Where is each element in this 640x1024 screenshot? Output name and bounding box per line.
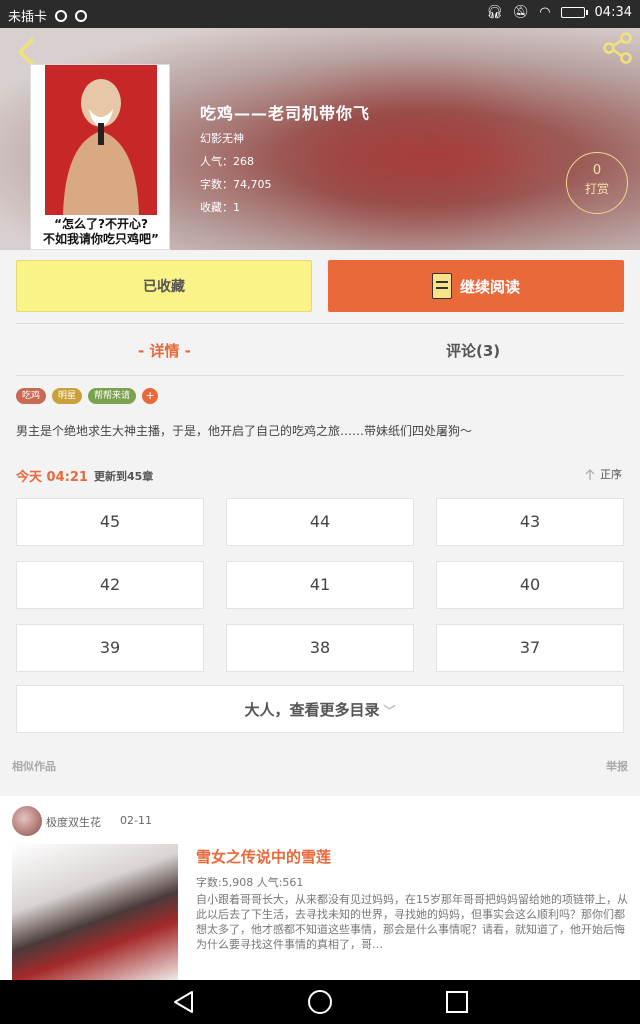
book-intro: 男主是个绝地求生大神主播，于是，他开启了自己的吃鸡之旅……带妹纸们四处屠狗～ (16, 424, 473, 438)
continue-reading-button[interactable]: 继续阅读 (328, 260, 624, 312)
cover-text-line1: “怎么了?不开心? (54, 217, 148, 231)
sort-arrow-icon (585, 469, 595, 480)
chapter-button[interactable]: 37 (436, 624, 624, 672)
nav-recent-apps-icon[interactable] (446, 991, 468, 1013)
book-icon (431, 273, 452, 299)
chapter-button[interactable]: 45 (16, 498, 204, 546)
chevron-down-icon: ﹀ (383, 704, 396, 718)
add-tag-icon[interactable]: + (142, 388, 159, 404)
app-notification-icon-2 (75, 9, 88, 22)
update-text: 更新到45章 (94, 470, 154, 483)
system-nav-bar (0, 980, 640, 1024)
carrier-text: 未插卡 (8, 10, 48, 25)
rec-title[interactable]: 雪女之传说中的雪莲 (196, 846, 331, 867)
cover-figure-image (63, 79, 139, 215)
nav-back-icon[interactable] (172, 990, 196, 1014)
chapter-button[interactable]: 40 (436, 561, 624, 609)
status-bar: 未插卡 🎧︎ 🔕︎ ◠ 04:34 (0, 0, 640, 28)
app-notification-icon (55, 9, 68, 22)
continue-reading-label: 继续阅读 (459, 277, 520, 296)
chapter-button[interactable]: 42 (16, 561, 204, 609)
headphone-icon: 🎧︎ (486, 5, 503, 20)
mute-icon: 🔕︎ (512, 5, 530, 20)
clock: 04:34 (594, 5, 632, 20)
wifi-icon: ◠ (539, 5, 551, 20)
rec-description: 自小跟着哥哥长大，从来都没有见过妈妈，在15岁那年哥哥把妈妈留给她的项链带上，从… (196, 893, 628, 951)
battery-icon (560, 7, 588, 18)
tag[interactable]: 明星 (52, 388, 83, 404)
nav-home-icon[interactable] (308, 990, 332, 1014)
book-cover[interactable]: “怎么了?不开心? 不如我请你吃只鸡吧” (30, 64, 170, 250)
rec-date: 02-11 (120, 814, 152, 827)
cover-text-line2: 不如我请你吃只鸡吧” (43, 232, 159, 246)
chapter-button[interactable]: 44 (226, 498, 414, 546)
book-popularity: 人气：268 (200, 155, 254, 168)
tag[interactable]: 帮帮来请 (88, 388, 137, 404)
chapter-button[interactable]: 43 (436, 498, 624, 546)
report-button[interactable]: 举报 (606, 758, 628, 774)
more-chapters-label: 大人，查看更多目录 (244, 701, 380, 719)
book-favorites: 收藏：1 (200, 201, 240, 214)
chapter-button[interactable]: 39 (16, 624, 204, 672)
chapter-button[interactable]: 41 (226, 561, 414, 609)
avatar[interactable] (12, 806, 42, 836)
book-author[interactable]: 幻影无神 (200, 130, 244, 146)
book-title: 吃鸡——老司机带你飞 (200, 104, 371, 123)
tip-count: 0 (592, 163, 602, 178)
tag-list: 吃鸡 明星 帮帮来请 + (16, 388, 159, 404)
rec-cover-image[interactable] (12, 844, 178, 980)
book-header: “怎么了?不开心? 不如我请你吃只鸡吧” 吃鸡——老司机带你飞 幻影无神 人气：… (0, 28, 640, 250)
tag[interactable]: 吃鸡 (16, 388, 47, 404)
tab-detail[interactable]: - 详情 - (138, 340, 191, 361)
more-chapters-button[interactable]: 大人，查看更多目录 ﹀ (16, 685, 624, 733)
rec-author[interactable]: 极度双生花 (46, 814, 101, 830)
tab-comments[interactable]: 评论(3) (446, 340, 500, 361)
update-time: 今天 04:21 (16, 470, 88, 485)
share-icon[interactable] (600, 30, 636, 66)
chapter-button[interactable]: 38 (226, 624, 414, 672)
collected-button[interactable]: 已收藏 (16, 260, 312, 312)
sort-order-toggle[interactable]: 正序 (584, 466, 622, 482)
tip-label: 打赏 (584, 182, 609, 196)
rec-stats: 字数:5,908 人气:561 (196, 876, 304, 889)
tip-button[interactable]: 0 打赏 (566, 152, 628, 214)
sort-order-label: 正序 (600, 468, 622, 481)
book-word-count: 字数：74,705 (200, 178, 272, 191)
recommended-work-card[interactable]: 极度双生花 02-11 雪女之传说中的雪莲 字数:5,908 人气:561 自小… (0, 796, 640, 980)
similar-works-label: 相似作品 (12, 760, 56, 773)
